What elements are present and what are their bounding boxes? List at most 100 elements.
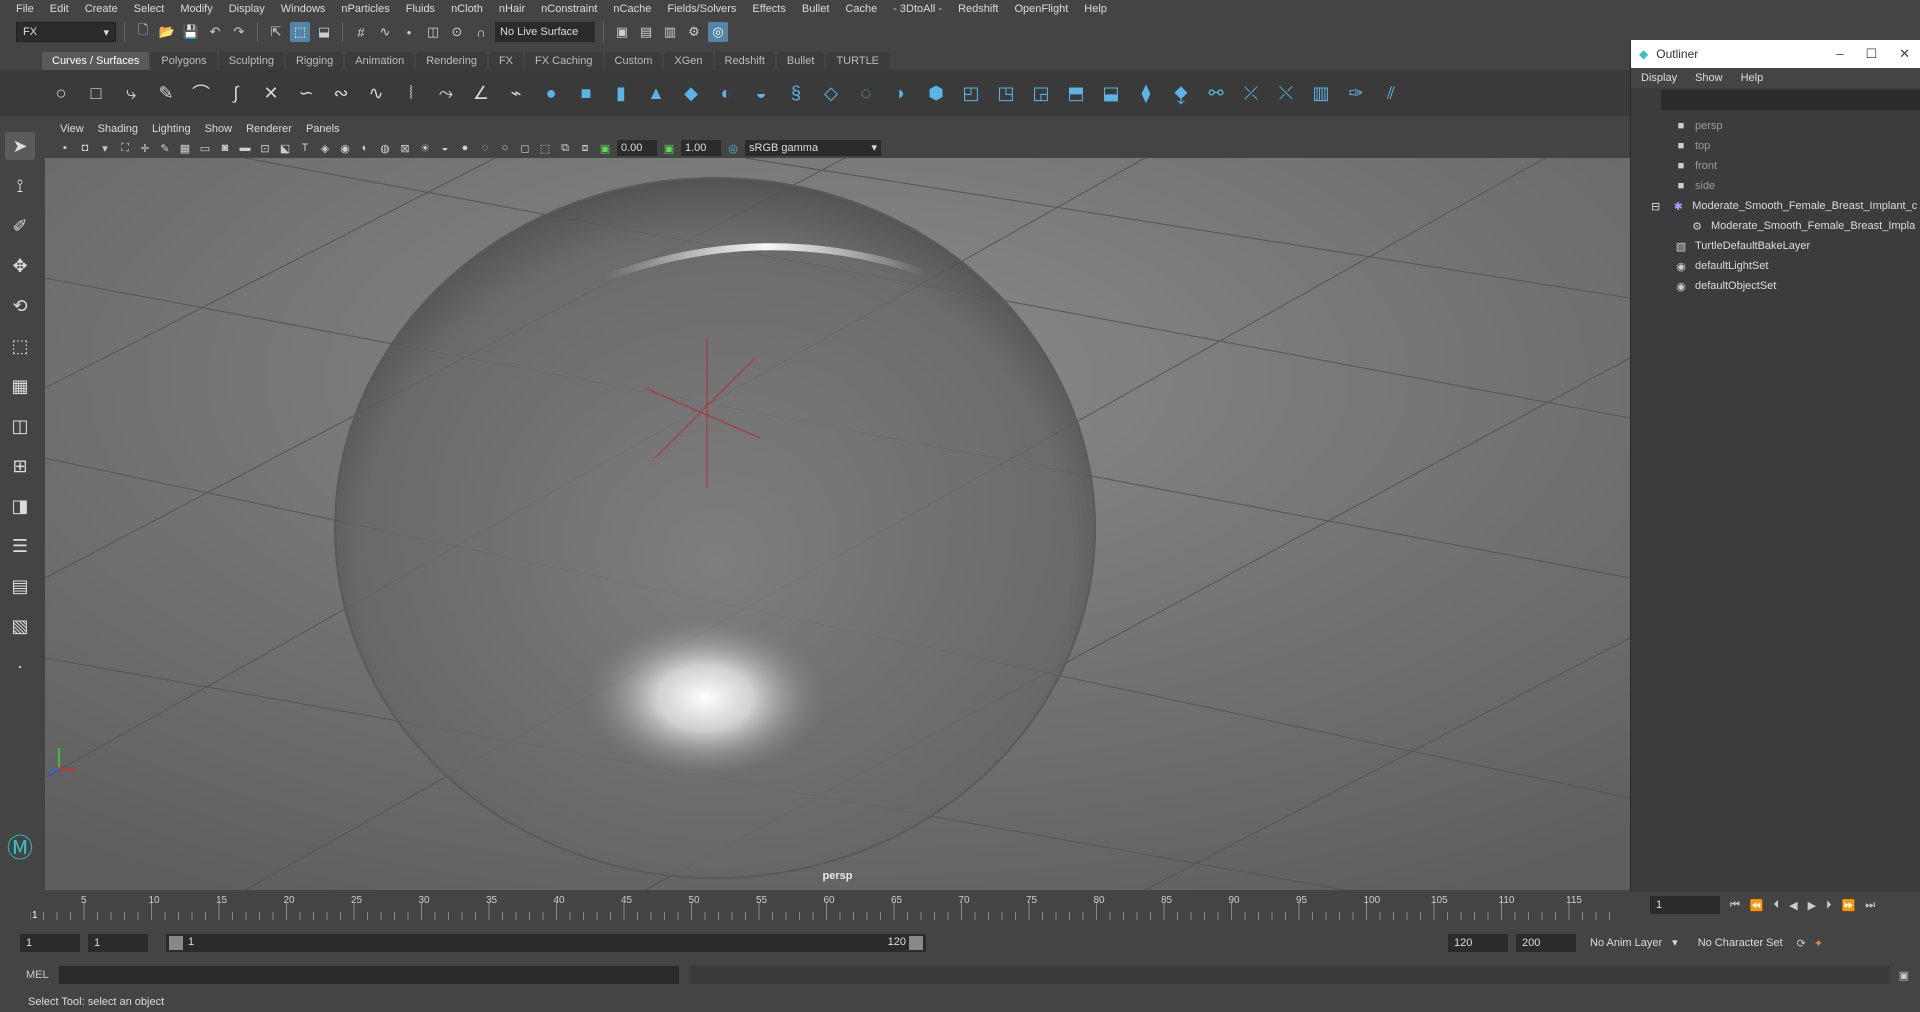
redo-icon[interactable]: ↷ [229,22,249,42]
menu-effects[interactable]: Effects [744,0,793,18]
nurbs-plane-icon[interactable]: ◆ [680,82,702,104]
exposure-field[interactable]: 0.00 [617,140,657,156]
outliner-item[interactable]: ■ side [1631,176,1920,196]
shelf-tab-fx-caching[interactable]: FX Caching [525,52,603,70]
image-plane-icon[interactable]: ⛶ [117,140,133,156]
shelf-tab-rendering[interactable]: Rendering [416,52,487,70]
menu-windows[interactable]: Windows [273,0,334,18]
four-pane-layout-icon[interactable]: ⊞ [5,452,35,480]
step-back-key-icon[interactable]: ⏪ [1750,899,1764,912]
viewport-menu-renderer[interactable]: Renderer [239,123,299,135]
snap-point-icon[interactable]: • [399,22,419,42]
multisample-aa-icon[interactable]: ○ [497,140,513,156]
rebuild-curve-icon[interactable]: ∿ [365,82,387,104]
menu-bullet[interactable]: Bullet [794,0,838,18]
outliner-item[interactable]: ■ front [1631,156,1920,176]
safe-action-icon[interactable]: ⬕ [277,140,293,156]
extend-surface-icon[interactable]: ⧪ [1170,82,1192,104]
lasso-tool-icon[interactable]: ⟟ [5,172,35,200]
outliner-menu-display[interactable]: Display [1641,72,1677,84]
xray-active-icon[interactable]: ⧈ [577,140,593,156]
character-set-select[interactable]: No Character Set [1692,934,1789,952]
menu-create[interactable]: Create [77,0,126,18]
ipr-render-icon[interactable]: ▥ [660,22,680,42]
bookmark-icon[interactable]: ▾ [97,140,113,156]
boundary-icon[interactable]: ⬢ [925,82,947,104]
exposure-icon[interactable]: ▣ [597,140,613,156]
viewport-menu-lighting[interactable]: Lighting [145,123,198,135]
shelf-tab-polygons[interactable]: Polygons [151,52,217,70]
viewport-menu-show[interactable]: Show [198,123,240,135]
step-back-frame-icon[interactable]: ⏴ [1774,899,1780,912]
revolve-icon[interactable]: ◒ [750,82,772,104]
nurbs-cube-icon[interactable]: ■ [575,82,597,104]
menu-openflight[interactable]: OpenFlight [1006,0,1076,18]
camera-attributes-icon[interactable]: ◘ [77,140,93,156]
wireframe-icon[interactable]: ◈ [317,140,333,156]
step-forward-frame-icon[interactable]: ⏵ [1826,899,1832,912]
use-all-lights-icon[interactable]: ☀ [417,140,433,156]
wireframe-on-shaded-icon[interactable]: ◐ [357,140,373,156]
insert-isoparm-icon[interactable]: ⚯ [1205,82,1227,104]
shelf-tab-curves-surfaces[interactable]: Curves / Surfaces [42,52,150,70]
cv-curve-icon[interactable]: ⤷ [120,82,142,104]
select-component-icon[interactable]: ⬓ [314,22,334,42]
textured-icon[interactable]: ◍ [377,140,393,156]
open-close-icon[interactable]: ▥ [1310,82,1332,104]
field-chart-icon[interactable]: ⊡ [257,140,273,156]
new-scene-icon[interactable]: 🗋 [133,22,153,42]
loft-icon[interactable]: § [785,82,807,104]
extrude-icon[interactable]: ◌ [855,82,877,104]
shelf-tab-animation[interactable]: Animation [345,52,415,70]
arc-tool-icon[interactable]: ✕ [260,82,282,104]
outliner-menu-help[interactable]: Help [1741,72,1764,84]
scene-view[interactable] [45,158,1630,890]
snap-curve-icon[interactable]: ∿ [375,22,395,42]
nurbs-cylinder-icon[interactable]: ▮ [610,82,632,104]
shelf-tab-sculpting[interactable]: Sculpting [218,52,284,70]
resolution-gate-icon[interactable]: ◙ [217,140,233,156]
paint-select-icon[interactable]: ✐ [5,212,35,240]
hypershade-icon[interactable]: ◎ [708,22,728,42]
menu-help[interactable]: Help [1076,0,1115,18]
smooth-shade-icon[interactable]: ◉ [337,140,353,156]
bevel-plus-icon[interactable]: ◳ [995,82,1017,104]
move-tool-icon[interactable]: ✥ [5,252,35,280]
planar-icon[interactable]: ◇ [820,82,842,104]
xray-icon[interactable]: ⊠ [397,140,413,156]
detach-curves-icon[interactable]: ∾ [330,82,352,104]
two-d-pan-icon[interactable]: ✛ [137,140,153,156]
close-icon[interactable]: ✕ [1899,46,1910,62]
render-frame-icon[interactable]: ▤ [636,22,656,42]
render-settings-icon[interactable]: ⚙ [684,22,704,42]
intersect-icon[interactable]: ⬒ [1065,82,1087,104]
grid-toggle-icon[interactable]: ▦ [177,140,193,156]
outliner-item[interactable]: ■ top [1631,136,1920,156]
gate-mask-icon[interactable]: ▬ [237,140,253,156]
viewport-menu-view[interactable]: View [53,123,91,135]
live-surface-field[interactable]: No Live Surface [495,22,595,42]
scene-end-field[interactable]: 200 [1516,934,1576,952]
menu-fluids[interactable]: Fluids [398,0,443,18]
maximize-icon[interactable]: ☐ [1865,46,1877,62]
motion-blur-icon[interactable]: ◌ [477,140,493,156]
menu-3dtoall[interactable]: - 3DtoAll - [885,0,950,18]
extend-curve-icon[interactable]: ⤳ [435,82,457,104]
trim-tool-icon[interactable]: ⬓ [1100,82,1122,104]
film-gate-icon[interactable]: ▭ [197,140,213,156]
attach-surfaces-icon[interactable]: ⤫ [1240,82,1262,104]
time-slider[interactable]: 5 10 15 20 25 30 35 40 45 50 55 60 65 70 75 80 85 90 95 100… [0,892,1920,922]
nurbs-cone-icon[interactable]: ▲ [645,82,667,104]
snap-view-plane-icon[interactable]: ◫ [423,22,443,42]
shelf-tab-xgen[interactable]: XGen [664,52,713,70]
attach-curves-icon[interactable]: ∽ [295,82,317,104]
menu-ncloth[interactable]: nCloth [443,0,491,18]
shelf-tab-turtle[interactable]: TURTLE [826,52,890,70]
outliner-item[interactable]: ▧ TurtleDefaultBakeLayer [1631,236,1920,256]
sculpt-geometry-icon[interactable]: ✑ [1345,82,1367,104]
save-scene-icon[interactable]: 💾 [181,22,201,42]
menu-cache[interactable]: Cache [837,0,885,18]
viewport-panel[interactable]: View Shading Lighting Show Renderer Panels ▪ … [45,120,1630,890]
last-tool-icon[interactable]: ▦ [5,372,35,400]
play-backward-icon[interactable]: ◀ [1789,899,1797,912]
